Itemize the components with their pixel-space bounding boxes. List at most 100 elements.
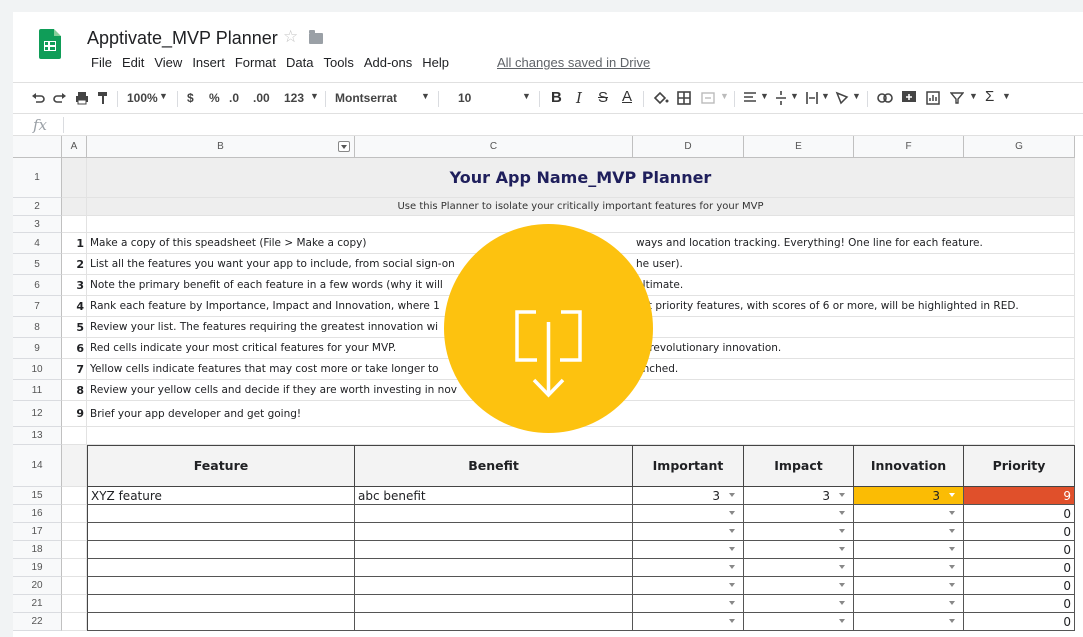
menu-help[interactable]: Help (417, 55, 454, 70)
instruction-number[interactable]: 7 (62, 359, 87, 380)
menu-tools[interactable]: Tools (318, 55, 358, 70)
menu-addons[interactable]: Add-ons (359, 55, 417, 70)
priority-cell[interactable]: 9 (964, 487, 1075, 505)
impact-cell[interactable] (744, 595, 854, 613)
column-header-f[interactable]: F (854, 136, 964, 158)
strikethrough-icon[interactable]: S (598, 89, 608, 106)
innovation-cell[interactable] (854, 541, 964, 559)
table-row-gutter[interactable] (62, 523, 87, 541)
formats-chevron-icon[interactable]: ▼ (310, 91, 319, 101)
rotate-icon[interactable] (835, 91, 849, 105)
text-color-icon[interactable]: A (622, 88, 632, 105)
important-cell[interactable] (633, 541, 744, 559)
benefit-cell[interactable]: abc benefit (355, 487, 633, 505)
font-select[interactable]: Montserrat (335, 91, 397, 105)
cell-a1[interactable] (62, 158, 87, 198)
dropdown-arrow-icon[interactable] (949, 619, 955, 623)
sheet-title[interactable]: Your App Name_MVP Planner (87, 158, 1075, 198)
cell-a14[interactable] (62, 445, 87, 487)
row-header[interactable]: 14 (13, 445, 62, 487)
align-chevron-icon[interactable]: ▼ (760, 91, 769, 101)
cell-a13[interactable] (62, 427, 87, 445)
feature-cell[interactable] (87, 523, 355, 541)
innovation-cell[interactable] (854, 523, 964, 541)
row-header[interactable]: 7 (13, 296, 62, 317)
filter-button[interactable] (338, 141, 350, 152)
zoom-select[interactable]: 100% (127, 91, 158, 105)
row-header[interactable]: 12 (13, 401, 62, 427)
feature-cell[interactable]: XYZ feature (87, 487, 355, 505)
sheets-logo-icon[interactable] (39, 29, 61, 59)
priority-cell[interactable]: 0 (964, 577, 1075, 595)
instruction-number[interactable]: 9 (62, 401, 87, 427)
functions-chevron-icon[interactable]: ▼ (1002, 91, 1011, 101)
benefit-cell[interactable] (355, 541, 633, 559)
feature-cell[interactable] (87, 577, 355, 595)
feature-cell[interactable] (87, 613, 355, 631)
feature-cell[interactable] (87, 595, 355, 613)
merge-chevron-icon[interactable]: ▼ (720, 91, 729, 101)
table-row-gutter[interactable] (62, 613, 87, 631)
save-status-link[interactable]: All changes saved in Drive (497, 55, 650, 70)
row-header[interactable]: 1 (13, 158, 62, 198)
wrap-chevron-icon[interactable]: ▼ (821, 91, 830, 101)
decrease-decimal-button[interactable]: .0 (229, 91, 239, 105)
important-cell[interactable] (633, 577, 744, 595)
undo-icon[interactable] (31, 92, 45, 104)
dropdown-arrow-icon[interactable] (949, 493, 955, 497)
rotate-chevron-icon[interactable]: ▼ (852, 91, 861, 101)
header-priority[interactable]: Priority (964, 445, 1075, 487)
dropdown-arrow-icon[interactable] (839, 565, 845, 569)
important-cell[interactable] (633, 613, 744, 631)
instruction-number[interactable]: 2 (62, 254, 87, 275)
menu-view[interactable]: View (149, 55, 187, 70)
instruction-number[interactable]: 8 (62, 380, 87, 401)
dropdown-arrow-icon[interactable] (949, 601, 955, 605)
table-row-gutter[interactable] (62, 577, 87, 595)
row-header[interactable]: 19 (13, 559, 62, 577)
impact-cell[interactable] (744, 577, 854, 595)
header-important[interactable]: Important (633, 445, 744, 487)
table-row-gutter[interactable] (62, 487, 87, 505)
header-impact[interactable]: Impact (744, 445, 854, 487)
valign-icon[interactable] (775, 90, 787, 106)
table-row-gutter[interactable] (62, 505, 87, 523)
menu-format[interactable]: Format (230, 55, 281, 70)
filter-chevron-icon[interactable]: ▼ (969, 91, 978, 101)
borders-icon[interactable] (677, 91, 691, 105)
column-header-b[interactable]: B (87, 136, 355, 158)
filter-icon[interactable] (950, 92, 964, 104)
instruction-number[interactable]: 3 (62, 275, 87, 296)
functions-icon[interactable]: Σ (985, 88, 994, 105)
row-header[interactable]: 21 (13, 595, 62, 613)
dropdown-arrow-icon[interactable] (729, 547, 735, 551)
header-feature[interactable]: Feature (87, 445, 355, 487)
benefit-cell[interactable] (355, 577, 633, 595)
priority-cell[interactable]: 0 (964, 613, 1075, 631)
row-header[interactable]: 9 (13, 338, 62, 359)
dropdown-arrow-icon[interactable] (729, 529, 735, 533)
star-icon[interactable]: ☆ (283, 27, 298, 47)
sheet-subtitle[interactable]: Use this Planner to isolate your critica… (87, 198, 1075, 216)
formula-input[interactable] (69, 114, 1069, 136)
dropdown-arrow-icon[interactable] (839, 619, 845, 623)
impact-cell[interactable] (744, 541, 854, 559)
cell-a2[interactable] (62, 198, 87, 216)
merge-icon[interactable] (701, 91, 715, 105)
benefit-cell[interactable] (355, 523, 633, 541)
chart-icon[interactable] (926, 91, 940, 105)
benefit-cell[interactable] (355, 505, 633, 523)
folder-icon[interactable] (309, 30, 323, 44)
row-header[interactable]: 15 (13, 487, 62, 505)
dropdown-arrow-icon[interactable] (729, 565, 735, 569)
print-icon[interactable] (75, 91, 89, 105)
column-header-d[interactable]: D (633, 136, 744, 158)
wrap-icon[interactable] (805, 91, 819, 105)
important-cell[interactable] (633, 505, 744, 523)
dropdown-arrow-icon[interactable] (729, 511, 735, 515)
row-header[interactable]: 20 (13, 577, 62, 595)
font-chevron-icon[interactable]: ▼ (421, 91, 430, 101)
instruction-number[interactable]: 1 (62, 233, 87, 254)
important-cell[interactable] (633, 523, 744, 541)
priority-cell[interactable]: 0 (964, 559, 1075, 577)
